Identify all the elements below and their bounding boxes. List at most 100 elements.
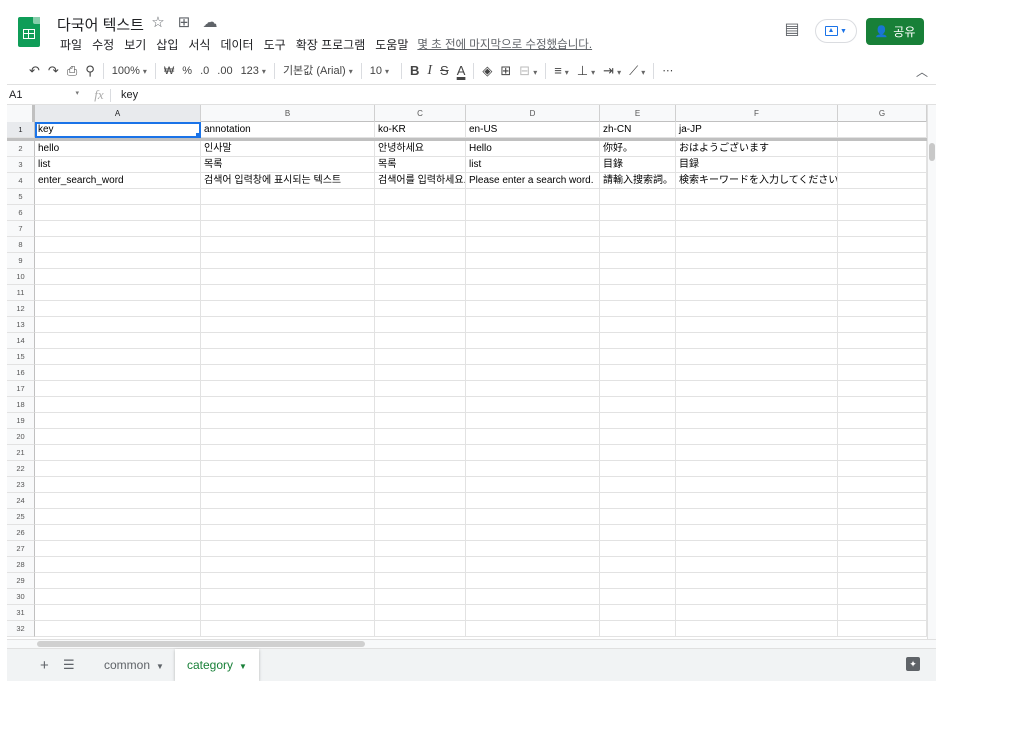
- font-family-select[interactable]: 기본값 (Arial): [279, 61, 357, 81]
- cell-e29[interactable]: [600, 573, 676, 589]
- cell-d5[interactable]: [466, 189, 600, 205]
- cell-g25[interactable]: [838, 509, 927, 525]
- cell-c19[interactable]: [375, 413, 466, 429]
- paint-format-icon[interactable]: ⚲: [81, 61, 99, 81]
- cell-a2[interactable]: hello: [35, 141, 201, 157]
- horizontal-scroll-thumb[interactable]: [37, 641, 365, 647]
- row-header[interactable]: 22: [7, 461, 35, 477]
- cell-g9[interactable]: [838, 253, 927, 269]
- cell-b23[interactable]: [201, 477, 375, 493]
- cell-d20[interactable]: [466, 429, 600, 445]
- cell-a15[interactable]: [35, 349, 201, 365]
- cell-c3[interactable]: 목록: [375, 157, 466, 173]
- cell-d13[interactable]: [466, 317, 600, 333]
- cell-f23[interactable]: [676, 477, 838, 493]
- cell-a13[interactable]: [35, 317, 201, 333]
- cell-d17[interactable]: [466, 381, 600, 397]
- cell-d30[interactable]: [466, 589, 600, 605]
- vertical-scrollbar[interactable]: [927, 105, 936, 647]
- cell-d12[interactable]: [466, 301, 600, 317]
- undo-icon[interactable]: ↶: [25, 61, 44, 81]
- cell-e28[interactable]: [600, 557, 676, 573]
- row-header[interactable]: 11: [7, 285, 35, 301]
- cell-d27[interactable]: [466, 541, 600, 557]
- cell-d16[interactable]: [466, 365, 600, 381]
- cell-c18[interactable]: [375, 397, 466, 413]
- cell-a3[interactable]: list: [35, 157, 201, 173]
- row-header[interactable]: 16: [7, 365, 35, 381]
- cell-c28[interactable]: [375, 557, 466, 573]
- horizontal-align-icon[interactable]: ≡: [550, 61, 573, 81]
- cell-b9[interactable]: [201, 253, 375, 269]
- cell-d9[interactable]: [466, 253, 600, 269]
- cell-f1[interactable]: ja-JP: [676, 122, 838, 138]
- cell-g11[interactable]: [838, 285, 927, 301]
- cell-f20[interactable]: [676, 429, 838, 445]
- cell-g18[interactable]: [838, 397, 927, 413]
- column-header-b[interactable]: B: [201, 105, 375, 122]
- cell-g31[interactable]: [838, 605, 927, 621]
- cell-g3[interactable]: [838, 157, 927, 173]
- comments-icon[interactable]: ▤: [782, 20, 802, 40]
- cell-d19[interactable]: [466, 413, 600, 429]
- cell-a6[interactable]: [35, 205, 201, 221]
- cell-f8[interactable]: [676, 237, 838, 253]
- cell-c15[interactable]: [375, 349, 466, 365]
- menu-view[interactable]: 보기: [119, 37, 151, 53]
- cell-c8[interactable]: [375, 237, 466, 253]
- menu-tools[interactable]: 도구: [259, 37, 291, 53]
- cell-g22[interactable]: [838, 461, 927, 477]
- cell-a14[interactable]: [35, 333, 201, 349]
- cell-b14[interactable]: [201, 333, 375, 349]
- cell-b8[interactable]: [201, 237, 375, 253]
- cell-e19[interactable]: [600, 413, 676, 429]
- cell-b13[interactable]: [201, 317, 375, 333]
- row-header[interactable]: 5: [7, 189, 35, 205]
- column-header-e[interactable]: E: [600, 105, 676, 122]
- cell-e8[interactable]: [600, 237, 676, 253]
- collapse-toolbar-icon[interactable]: ︿: [916, 63, 928, 80]
- more-formats-select[interactable]: 123: [237, 61, 270, 81]
- cell-b22[interactable]: [201, 461, 375, 477]
- cell-d21[interactable]: [466, 445, 600, 461]
- cell-a5[interactable]: [35, 189, 201, 205]
- cell-b31[interactable]: [201, 605, 375, 621]
- cell-g24[interactable]: [838, 493, 927, 509]
- cell-c12[interactable]: [375, 301, 466, 317]
- cell-e3[interactable]: 目錄: [600, 157, 676, 173]
- cell-a18[interactable]: [35, 397, 201, 413]
- cell-g19[interactable]: [838, 413, 927, 429]
- cell-d1[interactable]: en-US: [466, 122, 600, 138]
- cell-a28[interactable]: [35, 557, 201, 573]
- cell-e32[interactable]: [600, 621, 676, 637]
- cell-e16[interactable]: [600, 365, 676, 381]
- column-header-d[interactable]: D: [466, 105, 600, 122]
- cell-g13[interactable]: [838, 317, 927, 333]
- row-header[interactable]: 32: [7, 621, 35, 637]
- cell-g27[interactable]: [838, 541, 927, 557]
- cell-f16[interactable]: [676, 365, 838, 381]
- cell-b24[interactable]: [201, 493, 375, 509]
- cell-a30[interactable]: [35, 589, 201, 605]
- cell-e14[interactable]: [600, 333, 676, 349]
- sheet-grid[interactable]: ABCDEFG 1 key annotation ko-KR en-US zh-CN ja-…: [7, 105, 927, 647]
- print-icon[interactable]: ⎙: [63, 61, 81, 81]
- chevron-down-icon[interactable]: ▼: [156, 662, 164, 671]
- cell-a8[interactable]: [35, 237, 201, 253]
- cell-a24[interactable]: [35, 493, 201, 509]
- cell-a22[interactable]: [35, 461, 201, 477]
- add-sheet-icon[interactable]: +: [40, 657, 49, 674]
- cell-g8[interactable]: [838, 237, 927, 253]
- row-header[interactable]: 8: [7, 237, 35, 253]
- cell-a32[interactable]: [35, 621, 201, 637]
- cell-b3[interactable]: 목록: [201, 157, 375, 173]
- cell-c13[interactable]: [375, 317, 466, 333]
- name-box[interactable]: A1: [7, 89, 81, 101]
- cell-e5[interactable]: [600, 189, 676, 205]
- cell-d11[interactable]: [466, 285, 600, 301]
- cell-g15[interactable]: [838, 349, 927, 365]
- cell-c1[interactable]: ko-KR: [375, 122, 466, 138]
- cell-a10[interactable]: [35, 269, 201, 285]
- row-header[interactable]: 1: [7, 122, 35, 138]
- cell-e11[interactable]: [600, 285, 676, 301]
